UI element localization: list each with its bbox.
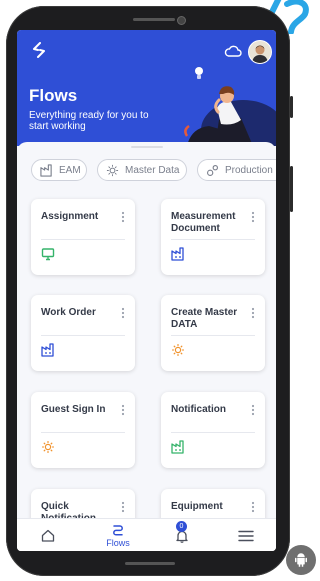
nav-flows[interactable]: Flows <box>101 519 135 551</box>
flow-card-work-order[interactable]: Work Order <box>31 295 135 371</box>
card-divider <box>171 432 255 433</box>
lightbulb-icon <box>42 441 54 453</box>
more-options-icon[interactable] <box>121 307 125 319</box>
flow-card-title: Work Order <box>41 307 96 318</box>
factory-icon <box>171 440 184 454</box>
chip-production[interactable]: Production <box>197 159 276 181</box>
power-button <box>290 166 293 212</box>
speaker-grille <box>133 18 175 21</box>
lightbulb-icon <box>106 164 119 177</box>
drag-handle[interactable] <box>131 146 163 148</box>
gears-icon <box>206 164 219 177</box>
flow-card-title: Notification <box>171 404 226 415</box>
home-icon <box>41 529 55 542</box>
android-icon <box>286 545 316 575</box>
flow-card-guest-sign-in[interactable]: Guest Sign In <box>31 392 135 468</box>
cloud-sync-icon[interactable] <box>224 45 242 57</box>
monitor-icon <box>41 248 55 261</box>
card-divider <box>41 239 125 240</box>
nav-home[interactable] <box>33 519 63 551</box>
lightbulb-icon <box>172 344 184 356</box>
flow-card-title: Equipment <box>171 501 223 512</box>
volume-button <box>290 96 293 118</box>
flow-card-measurement-document[interactable]: Measurement Document <box>161 199 265 275</box>
card-divider <box>171 239 255 240</box>
thinking-person-illustration <box>184 67 276 146</box>
more-options-icon[interactable] <box>251 307 255 319</box>
chip-label: EAM <box>59 164 81 176</box>
flow-card-create-master-data[interactable]: Create Master DATA <box>161 295 265 371</box>
app-logo-icon <box>33 42 45 58</box>
factory-icon <box>171 247 184 261</box>
chip-label: Master Data <box>125 164 180 176</box>
front-camera <box>177 16 186 25</box>
card-divider <box>41 335 125 336</box>
hamburger-menu-icon <box>238 530 254 541</box>
flows-icon <box>113 524 123 536</box>
more-options-icon[interactable] <box>121 211 125 223</box>
flow-card-title: Guest Sign In <box>41 404 106 415</box>
phone-chin-bar <box>125 562 175 565</box>
chip-label: Production <box>225 164 273 176</box>
nav-flows-label: Flows <box>106 537 130 548</box>
more-options-icon[interactable] <box>121 404 125 416</box>
card-divider <box>171 335 255 336</box>
more-options-icon[interactable] <box>251 404 255 416</box>
flow-card-title: Create Master DATA <box>171 307 238 330</box>
app-screen: Flows Everything ready for you to start … <box>17 30 276 551</box>
card-divider <box>41 432 125 433</box>
flow-card-assignment[interactable]: Assignment <box>31 199 135 275</box>
category-chips: EAM Master Data Production <box>31 159 276 181</box>
page-title: Flows <box>29 86 78 105</box>
more-options-icon[interactable] <box>251 501 255 513</box>
factory-icon <box>41 343 54 357</box>
more-options-icon[interactable] <box>251 211 255 223</box>
flow-card-title: Measurement Document <box>171 211 236 234</box>
bottom-navigation: Flows 0 <box>17 518 276 551</box>
flow-card-title: Assignment <box>41 211 99 222</box>
nav-notifications[interactable]: 0 <box>167 519 197 551</box>
notification-count-badge: 0 <box>176 521 187 532</box>
chip-master-data[interactable]: Master Data <box>97 159 187 181</box>
flow-card-notification[interactable]: Notification <box>161 392 265 468</box>
nav-menu[interactable] <box>231 519 261 551</box>
more-options-icon[interactable] <box>121 501 125 513</box>
page-subtitle: Everything ready for you to start workin… <box>29 110 149 132</box>
header: Flows Everything ready for you to start … <box>17 30 276 146</box>
chip-eam[interactable]: EAM <box>31 159 87 181</box>
factory-icon <box>40 163 53 177</box>
